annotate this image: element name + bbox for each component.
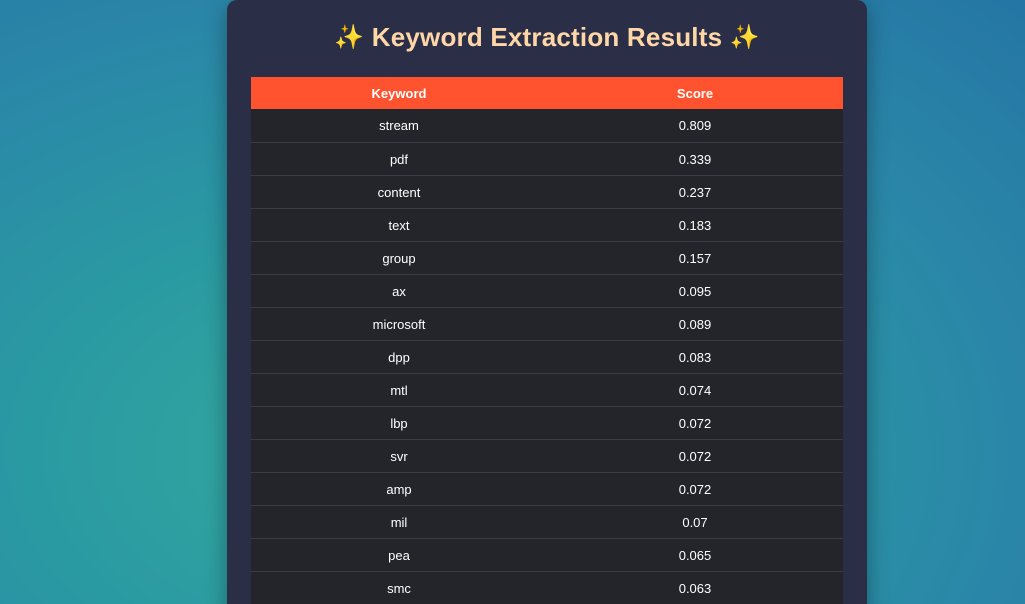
score-cell: 0.339 [547,142,843,176]
keyword-cell: content [251,175,547,209]
score-cell: 0.072 [547,472,843,506]
score-cell: 0.089 [547,307,843,341]
table-row: amp 0.072 [251,472,843,506]
keyword-cell: pea [251,538,547,572]
score-cell: 0.063 [547,571,843,604]
score-cell: 0.157 [547,241,843,275]
keyword-cell: lbp [251,406,547,440]
score-cell: 0.07 [547,505,843,539]
score-cell: 0.083 [547,340,843,374]
table-row: smc 0.063 [251,571,843,604]
keyword-table: Keyword Score stream 0.809 pdf 0.339 content… [251,77,843,604]
table-row: lbp 0.072 [251,406,843,440]
sparkles-icon: ✨ [729,24,760,51]
keyword-cell: dpp [251,340,547,374]
table-row: microsoft 0.089 [251,307,843,341]
score-cell: 0.065 [547,538,843,572]
keyword-cell: svr [251,439,547,473]
table-row: stream 0.809 [251,109,843,143]
table-row: pea 0.065 [251,538,843,572]
table-body: stream 0.809 pdf 0.339 content 0.237 text 0.183… [251,109,843,604]
keyword-cell: mtl [251,373,547,407]
table-row: mtl 0.074 [251,373,843,407]
page-title-text: Keyword Extraction Results [371,22,723,52]
keyword-cell: microsoft [251,307,547,341]
table-header: Keyword Score [251,77,843,109]
table-row: group 0.157 [251,241,843,275]
table-row: mil 0.07 [251,505,843,539]
results-card: ✨ Keyword Extraction Results ✨ Keyword S… [227,0,867,604]
keyword-cell: pdf [251,142,547,176]
score-cell: 0.072 [547,406,843,440]
score-cell: 0.072 [547,439,843,473]
keyword-cell: group [251,241,547,275]
column-header-score: Score [547,77,843,109]
score-cell: 0.183 [547,208,843,242]
table-row: pdf 0.339 [251,142,843,176]
page-title: ✨ Keyword Extraction Results ✨ [227,19,867,56]
keyword-cell: mil [251,505,547,539]
table-row: text 0.183 [251,208,843,242]
keyword-cell: smc [251,571,547,604]
score-cell: 0.809 [547,109,843,143]
score-cell: 0.095 [547,274,843,308]
table-row: ax 0.095 [251,274,843,308]
score-cell: 0.237 [547,175,843,209]
keyword-cell: stream [251,109,547,143]
score-cell: 0.074 [547,373,843,407]
table-row: dpp 0.083 [251,340,843,374]
keyword-cell: ax [251,274,547,308]
keyword-cell: text [251,208,547,242]
keyword-cell: amp [251,472,547,506]
table-row: svr 0.072 [251,439,843,473]
column-header-keyword: Keyword [251,77,547,109]
table-row: content 0.237 [251,175,843,209]
sparkles-icon: ✨ [334,24,365,51]
table-header-row: Keyword Score [251,77,843,109]
